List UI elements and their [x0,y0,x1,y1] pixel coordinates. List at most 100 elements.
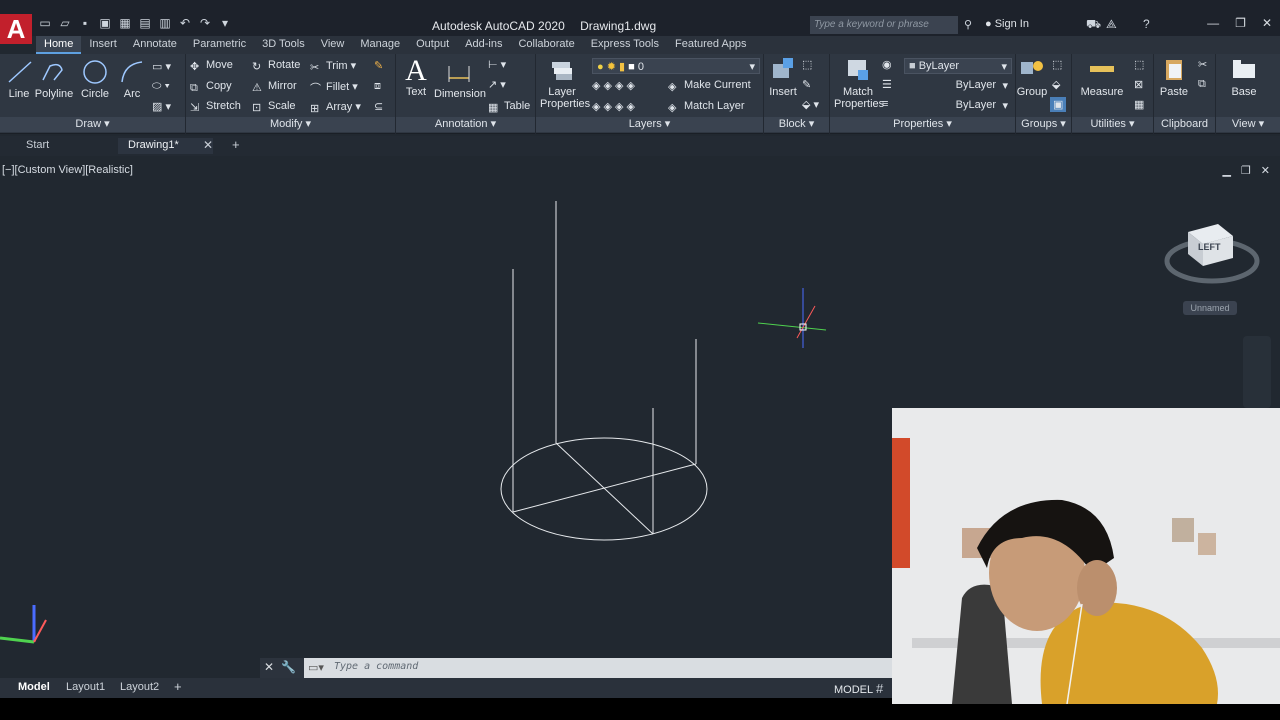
group-button[interactable]: Group [1016,56,1048,98]
lineweight-dropdown[interactable]: ByLayer ▾ [904,98,1012,114]
redo-icon[interactable]: ↷ [198,16,212,30]
copy-button[interactable]: ⧉ Copy [190,80,232,94]
autocad-logo[interactable]: A [0,14,32,44]
restore-icon[interactable]: ❐ [1235,16,1246,30]
id-point-icon[interactable]: ⊠ [1134,78,1143,91]
array-button[interactable]: ⊞ Array ▾ [310,100,361,115]
paste-button[interactable]: Paste [1158,56,1190,98]
tab-home[interactable]: Home [36,36,82,54]
layer-dropdown[interactable]: ● ✹ ▮ ■ 0 ▾ [592,58,760,74]
tab-model[interactable]: Model [18,681,50,693]
match-properties-button[interactable]: Match Properties [834,56,884,110]
calculator-icon[interactable]: ▦ [1134,98,1144,111]
line-button[interactable]: Line [6,58,32,100]
close-icon[interactable]: ✕ [1262,16,1272,30]
grid-icon[interactable]: # [876,681,883,696]
scale-button[interactable]: ⊡ Scale [252,100,296,114]
save-icon[interactable]: ▪ [78,16,92,30]
open-file-icon[interactable]: ▱ [58,16,72,30]
model-space-button[interactable]: MODEL [834,684,873,696]
make-current-button[interactable]: ◈ Make Current [668,79,751,93]
move-button[interactable]: ✥ Move [190,59,233,73]
rotate-button[interactable]: ↻ Rotate [252,59,300,73]
tab-express-tools[interactable]: Express Tools [583,36,667,54]
lineweight-icon[interactable]: ≡ [882,98,888,110]
viewcube[interactable] [1164,224,1260,284]
cut-icon[interactable]: ✂ [1198,58,1207,71]
group-select-icon[interactable]: ▣ [1050,97,1067,112]
ucs-dropdown[interactable]: Unnamed [1183,301,1237,315]
mirror-button[interactable]: ⚠ Mirror [252,80,297,94]
customize-dropdown-icon[interactable]: ▾ [218,16,232,30]
copy-clip-icon[interactable]: ⧉ [1198,78,1206,91]
binoculars-icon[interactable]: ⚲ [964,18,972,31]
base-button[interactable]: Base [1226,56,1262,98]
dimension-button[interactable]: Dimension [434,58,486,100]
new-file-icon[interactable]: ▭ [38,16,52,30]
create-block-icon[interactable]: ⬚ [802,58,812,71]
tab-output[interactable]: Output [408,36,457,54]
command-history-icon[interactable]: ▭▾ [308,661,324,674]
erase-icon[interactable]: ✎ [374,59,383,72]
quick-select-icon[interactable]: ⬚ [1134,58,1144,71]
linetype-icon[interactable]: ☰ [882,78,892,91]
text-button[interactable]: A Text [402,56,430,99]
print-icon[interactable]: ▥ [158,16,172,30]
customize-command-icon[interactable]: 🔧 [281,660,296,674]
color-wheel-icon[interactable]: ◉ [882,58,892,71]
offset-icon[interactable]: ⊆ [374,100,383,113]
arc-button[interactable]: Arc [118,58,146,100]
explode-icon[interactable]: ⧈ [374,80,381,93]
ellipse-icon[interactable]: ⬭ ▾ [152,80,170,93]
navigation-bar[interactable] [1243,336,1271,408]
sign-in-button[interactable]: ● Sign In [985,18,1029,30]
polyline-button[interactable]: Polyline [34,58,74,100]
tab-annotate[interactable]: Annotate [125,36,185,54]
linear-dim-icon[interactable]: ⊢ ▾ [488,58,506,71]
layers-panel-label[interactable]: Layers ▾ [536,117,763,132]
help-search-input[interactable]: Type a keyword or phrase [810,16,958,34]
command-input[interactable]: Type a command [334,661,418,672]
modify-panel-label[interactable]: Modify ▾ [186,117,395,132]
group-edit-icon[interactable]: ⬙ [1052,78,1060,91]
view-panel-label[interactable]: View ▾ [1216,117,1280,132]
tab-collaborate[interactable]: Collaborate [510,36,582,54]
cart-icon[interactable]: ⛟ [1086,17,1101,33]
new-tab-icon[interactable]: + [232,137,240,152]
annotation-panel-label[interactable]: Annotation ▾ [396,117,535,132]
insert-button[interactable]: Insert [768,56,798,98]
block-panel-label[interactable]: Block ▾ [764,117,829,132]
linetype-dropdown[interactable]: ByLayer ▾ [904,78,1012,94]
draw-panel-label[interactable]: Draw ▾ [0,117,185,132]
tab-parametric[interactable]: Parametric [185,36,254,54]
properties-panel-label[interactable]: Properties ▾ [830,117,1015,132]
web-mobile-icon[interactable]: ▦ [118,16,132,30]
tab-add-ins[interactable]: Add-ins [457,36,510,54]
match-layer-button[interactable]: ◈ Match Layer [668,100,745,114]
groups-panel-label[interactable]: Groups ▾ [1016,117,1071,132]
rectangle-icon[interactable]: ▭ ▾ [152,60,171,73]
minimize-icon[interactable]: — [1207,16,1219,30]
command-line-handle[interactable]: ✕ 🔧 [260,658,304,678]
viewcube-face-label[interactable]: LEFT [1198,242,1221,252]
trim-button[interactable]: ✂ Trim ▾ [310,59,356,74]
utilities-panel-label[interactable]: Utilities ▾ [1072,117,1153,132]
hatch-icon[interactable]: ▨ ▾ [152,100,171,113]
tab-insert[interactable]: Insert [81,36,125,54]
tab-featured-apps[interactable]: Featured Apps [667,36,755,54]
tab-view[interactable]: View [313,36,353,54]
layer-tools-row2[interactable]: ◈ ◈ ◈ ◈ [592,100,635,113]
color-dropdown[interactable]: ■ ByLayer ▾ [904,58,1012,74]
leader-icon[interactable]: ↗ ▾ [488,78,506,91]
measure-button[interactable]: Measure [1078,56,1126,98]
tab-manage[interactable]: Manage [352,36,408,54]
edit-block-icon[interactable]: ✎ [802,78,811,91]
a360-icon[interactable]: ⟁ [1106,17,1117,32]
help-icon[interactable]: ? [1143,17,1150,31]
fillet-button[interactable]: ⌒ Fillet ▾ [310,80,358,95]
file-tab-start[interactable]: Start [26,139,49,151]
table-button[interactable]: ▦ Table [488,100,530,114]
clipboard-panel-label[interactable]: Clipboard [1154,117,1215,132]
tab-layout1[interactable]: Layout1 [66,681,105,693]
add-layout-icon[interactable]: + [174,679,182,694]
